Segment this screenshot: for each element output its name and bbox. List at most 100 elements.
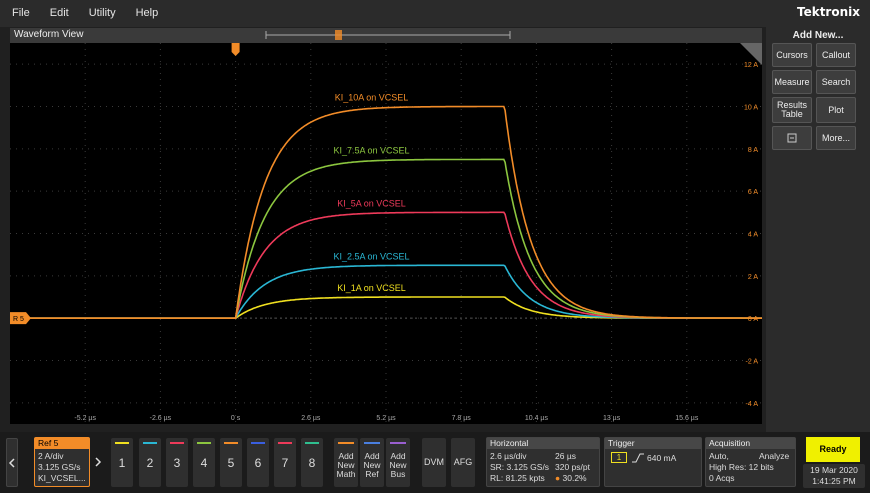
afg-label: AFG bbox=[453, 457, 473, 467]
acquisition-title: Acquisition bbox=[706, 438, 795, 449]
trigger-channel-badge: 1 bbox=[611, 452, 627, 463]
trigger-level: 640 mA bbox=[647, 453, 677, 463]
record-position-handle[interactable] bbox=[335, 30, 342, 40]
add-new-title: Add New... bbox=[792, 30, 844, 41]
results-table-button[interactable]: Results Table bbox=[772, 97, 812, 123]
x-tick-label: 15.6 µs bbox=[675, 415, 699, 422]
menu-edit[interactable]: Edit bbox=[40, 0, 79, 27]
waveform-display[interactable]: 12 A 10 A 8 A 6 A 4 A 2 A 0 A -2 A -4 A -5.2 µs -2… bbox=[10, 43, 762, 424]
add-new-bus-button[interactable]: Add New Bus bbox=[386, 438, 410, 487]
channel-8-button[interactable]: 8 bbox=[301, 438, 323, 487]
y-tick-label: 12 A bbox=[744, 62, 758, 69]
warning-icon: ● bbox=[555, 473, 561, 483]
y-tick-label: 4 A bbox=[748, 232, 758, 239]
trigger-position-marker[interactable] bbox=[231, 43, 240, 56]
channel-number: 6 bbox=[254, 456, 262, 470]
acquisition-count: 0 Acqs bbox=[709, 473, 735, 483]
brand-logo: Tektronix bbox=[796, 5, 860, 19]
channel-4-button[interactable]: 4 bbox=[193, 438, 215, 487]
channel-color-bar bbox=[115, 442, 129, 444]
waveform-plot: 12 A 10 A 8 A 6 A 4 A 2 A 0 A -2 A -4 A -5.2 µs -2… bbox=[10, 43, 762, 424]
channel-5-button[interactable]: 5 bbox=[220, 438, 242, 487]
channel-number: 1 bbox=[118, 456, 126, 470]
y-tick-label: 8 A bbox=[748, 147, 758, 154]
channel-color-bar bbox=[305, 442, 319, 444]
dvm-button[interactable]: DVM bbox=[422, 438, 446, 487]
ref5-badge[interactable]: Ref 5 2 A/div 3.125 GS/s KI_VCSEL... bbox=[34, 437, 90, 487]
channel-2-button[interactable]: 2 bbox=[139, 438, 161, 487]
ref5-title: Ref 5 bbox=[35, 438, 89, 449]
trace-label: KI_2.5A on VCSEL bbox=[334, 251, 410, 261]
channel-number: 8 bbox=[308, 456, 316, 470]
y-tick-label: -2 A bbox=[746, 359, 759, 366]
cursors-button[interactable]: Cursors bbox=[772, 43, 812, 67]
menu-file[interactable]: File bbox=[0, 0, 40, 27]
add-new-ref-button[interactable]: Add New Ref bbox=[360, 438, 384, 487]
acquisition-mode: Auto, bbox=[709, 451, 729, 461]
channel-color-bar bbox=[224, 442, 238, 444]
menu-help[interactable]: Help bbox=[126, 0, 169, 27]
channel-7-button[interactable]: 7 bbox=[274, 438, 296, 487]
x-tick-label: 5.2 µs bbox=[376, 415, 396, 422]
chevron-right-icon bbox=[95, 457, 102, 467]
channel-color-bar bbox=[197, 442, 211, 444]
trace-label: KI_1A on VCSEL bbox=[337, 283, 406, 293]
ref5-level-marker[interactable]: R 5 bbox=[10, 312, 31, 325]
channel-color-bar bbox=[170, 442, 184, 444]
waveform-view-titlebar: Waveform View bbox=[10, 28, 762, 43]
time-per-point: 320 ps/pt bbox=[555, 462, 590, 472]
measure-button[interactable]: Measure bbox=[772, 70, 812, 94]
record-percent-value: 30.2% bbox=[562, 473, 587, 483]
horizontal-title: Horizontal bbox=[487, 438, 599, 449]
plot-button[interactable]: Plot bbox=[816, 97, 856, 123]
x-tick-label: 10.4 µs bbox=[525, 415, 549, 422]
acquisition-panel[interactable]: Acquisition Auto, Analyze High Res: 12 b… bbox=[705, 437, 796, 487]
add-button-label: Add New Bus bbox=[389, 451, 407, 479]
trigger-panel[interactable]: Trigger 1 640 mA bbox=[604, 437, 702, 487]
channel-number: 4 bbox=[200, 456, 208, 470]
callout-button[interactable]: Callout bbox=[816, 43, 856, 67]
channel-1-button[interactable]: 1 bbox=[111, 438, 133, 487]
rising-edge-icon bbox=[632, 453, 644, 463]
afg-button[interactable]: AFG bbox=[451, 438, 475, 487]
channel-3-button[interactable]: 3 bbox=[166, 438, 188, 487]
y-tick-label: -4 A bbox=[746, 401, 759, 408]
channel-color-bar bbox=[278, 442, 292, 444]
export-icon bbox=[787, 133, 797, 143]
x-tick-label: -5.2 µs bbox=[74, 415, 96, 422]
date-text: 19 Mar 2020 bbox=[810, 465, 858, 475]
trigger-title: Trigger bbox=[605, 438, 701, 449]
channel-number: 3 bbox=[173, 456, 181, 470]
chevron-left-icon bbox=[8, 458, 15, 468]
x-tick-label: 0 s bbox=[231, 415, 241, 422]
horizontal-panel[interactable]: Horizontal 2.6 µs/div 26 µs SR: 3.125 GS… bbox=[486, 437, 600, 487]
add-button-label: Add New Math bbox=[336, 451, 356, 479]
record-length: RL: 81.25 kpts bbox=[490, 473, 545, 483]
menu-utility[interactable]: Utility bbox=[79, 0, 126, 27]
more-button[interactable]: More... bbox=[816, 126, 856, 150]
ref5-scale: 2 A/div bbox=[38, 451, 64, 461]
ref5-rate: 3.125 GS/s bbox=[38, 462, 81, 472]
x-tick-label: 2.6 µs bbox=[301, 415, 321, 422]
time-text: 1:41:25 PM bbox=[812, 476, 856, 486]
menu-bar: File Edit Utility Help Tektronix bbox=[0, 0, 870, 27]
waveform-trace bbox=[10, 158, 762, 319]
add-color-bar bbox=[338, 442, 354, 444]
record-overview[interactable] bbox=[10, 28, 762, 43]
date-time-display[interactable]: 19 Mar 2020 1:41:25 PM bbox=[803, 464, 865, 488]
trace-label: KI_7.5A on VCSEL bbox=[334, 145, 410, 155]
ready-status-button[interactable]: Ready bbox=[806, 437, 860, 462]
sample-rate: SR: 3.125 GS/s bbox=[490, 462, 550, 472]
search-button[interactable]: Search bbox=[816, 70, 856, 94]
channel-number: 2 bbox=[146, 456, 154, 470]
add-new-math-button[interactable]: Add New Math bbox=[334, 438, 358, 487]
scroll-left-button[interactable] bbox=[6, 438, 18, 487]
scroll-right-button[interactable] bbox=[92, 438, 104, 487]
export-icon-button[interactable] bbox=[772, 126, 812, 150]
x-tick-label: 7.8 µs bbox=[452, 415, 472, 422]
channel-6-button[interactable]: 6 bbox=[247, 438, 269, 487]
y-tick-label: 0 A bbox=[748, 316, 758, 323]
add-button-label: Add New Ref bbox=[363, 451, 381, 479]
ref5-name: KI_VCSEL... bbox=[38, 473, 86, 483]
y-tick-label: 10 A bbox=[744, 105, 758, 112]
